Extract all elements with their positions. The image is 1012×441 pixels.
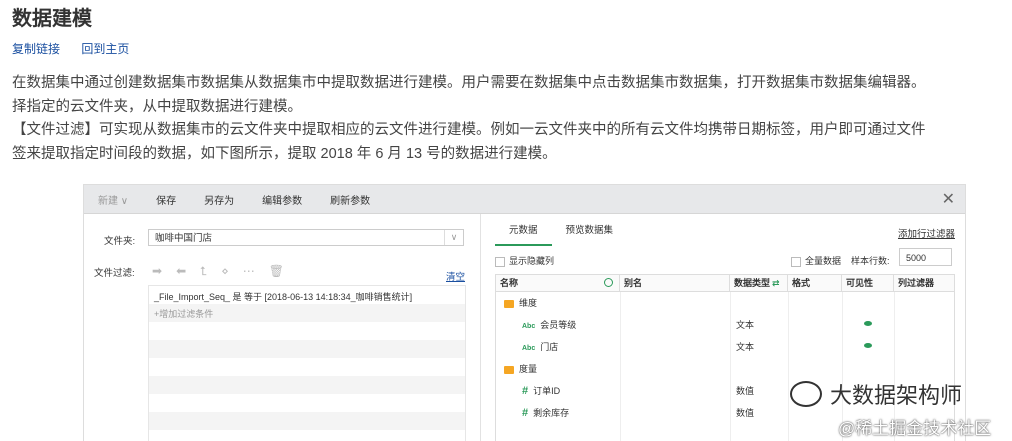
all-data-label: 全量数据: [805, 256, 842, 266]
watermark-sub: @稀土掘金技术社区: [838, 419, 992, 438]
grid-header: 名称 别名 数据类型 ⇄ 格式 可见性 列过滤器: [496, 275, 954, 292]
save-button[interactable]: 保存: [142, 192, 190, 207]
table-row[interactable]: 度量: [496, 358, 954, 380]
column-header[interactable]: 格式: [788, 275, 842, 291]
tab-preview-dataset[interactable]: 预览数据集: [552, 222, 628, 246]
text-type-icon: Abc: [522, 345, 536, 352]
show-hidden-label: 显示隐藏列: [509, 256, 555, 266]
row-name: 维度: [519, 298, 538, 308]
table-row[interactable]: 维度: [496, 292, 954, 314]
save-as-button[interactable]: 另存为: [190, 192, 248, 207]
copy-link[interactable]: 复制链接: [12, 42, 60, 56]
arrow-right-icon[interactable]: ➡: [152, 264, 162, 279]
text-type-icon: Abc: [522, 323, 536, 330]
page-title: 数据建模: [12, 8, 92, 30]
table-row[interactable]: Abc 门店 文本: [496, 336, 954, 358]
filter-condition-list: _File_Import_Seq_ 是 等于 [2018-06-13 14:18…: [148, 285, 466, 441]
row-name: 会员等级: [540, 320, 577, 330]
paragraph-line: 在数据集中通过创建数据集市数据集从数据集市中提取数据进行建模。用户需要在数据集中…: [12, 75, 926, 91]
search-icon[interactable]: [604, 278, 613, 287]
column-header[interactable]: 列过滤器: [894, 275, 954, 291]
folder-icon: [504, 365, 514, 374]
add-row-filter-link[interactable]: 添加行过滤器: [898, 226, 955, 240]
group-icon[interactable]: ⋄: [221, 264, 229, 279]
ungroup-icon[interactable]: ⋯: [243, 264, 255, 279]
table-row[interactable]: Abc 会员等级 文本: [496, 314, 954, 336]
wechat-icon: [790, 381, 822, 407]
trash-icon[interactable]: 🗑: [269, 264, 284, 279]
refresh-params-button[interactable]: 刷新参数: [316, 192, 384, 207]
eye-icon[interactable]: [864, 321, 872, 326]
show-hidden-checkbox[interactable]: 显示隐藏列: [495, 254, 554, 267]
tab-metadata[interactable]: 元数据: [495, 222, 552, 246]
folder-icon: [504, 299, 514, 308]
paragraph-line: 签来提取指定时间段的数据，如下图所示，提取 2018 年 6 月 13 号的数据…: [12, 145, 557, 162]
editor-toolbar: 新建 ∨ 保存 另存为 编辑参数 刷新参数 ✕: [84, 185, 965, 214]
row-name: 订单ID: [533, 386, 561, 396]
add-filter-condition[interactable]: +增加过滤条件: [154, 307, 213, 320]
row-name: 度量: [519, 364, 538, 374]
all-data-checkbox[interactable]: 全量数据: [791, 254, 841, 267]
filter-condition[interactable]: _File_Import_Seq_ 是 等于 [2018-06-13 14:18…: [154, 290, 412, 303]
indent-icon[interactable]: ⮤: [200, 264, 207, 279]
article-paragraph: 在数据集中通过创建数据集市数据集从数据集市中提取数据进行建模。用户需要在数据集中…: [12, 72, 1012, 166]
filter-label: 文件过滤:: [94, 268, 135, 279]
tab-bar: 元数据 预览数据集: [495, 222, 627, 246]
folder-select-value: 咖啡中国门店: [155, 233, 213, 244]
close-icon[interactable]: ✕: [942, 189, 955, 209]
chevron-down-icon[interactable]: ∨: [444, 230, 463, 245]
folder-select[interactable]: 咖啡中国门店 ∨: [148, 229, 464, 246]
eye-icon[interactable]: [864, 343, 872, 348]
paragraph-line: 【文件过滤】可实现从数据集市的云文件夹中提取相应的云文件进行建模。例如一云文件夹…: [12, 122, 926, 138]
link-bar: 复制链接 回到主页: [12, 40, 147, 57]
arrow-left-icon[interactable]: ⬅: [176, 264, 186, 279]
filter-icon-row: ➡ ⬅ ⮤ ⋄ ⋯ 🗑: [152, 264, 284, 279]
column-header[interactable]: 数据类型 ⇄: [730, 275, 788, 291]
checkbox-icon: [495, 256, 505, 267]
row-type: 文本: [736, 342, 755, 352]
paragraph-line: 择指定的云文件夹，从中提取数据进行建模。: [12, 98, 302, 115]
edit-params-button[interactable]: 编辑参数: [248, 192, 316, 207]
number-type-icon: #: [522, 407, 529, 419]
row-type: 数值: [736, 386, 755, 396]
new-button[interactable]: 新建 ∨: [84, 192, 142, 207]
column-header[interactable]: 别名: [620, 275, 730, 291]
watermark-text: 大数据架构师: [830, 383, 963, 408]
checkbox-icon: [791, 256, 801, 267]
column-header[interactable]: 可见性: [842, 275, 894, 291]
watermark: 大数据架构师: [790, 378, 962, 410]
left-panel: 文件夹: 咖啡中国门店 ∨ 文件过滤: ➡ ⬅ ⮤ ⋄ ⋯ 🗑 清空 _File…: [84, 214, 479, 441]
row-type: 数值: [736, 408, 755, 418]
home-link[interactable]: 回到主页: [81, 42, 129, 56]
sample-rows-label: 样本行数:: [851, 256, 890, 266]
column-header[interactable]: 名称: [496, 275, 620, 291]
refresh-icon[interactable]: ⇄: [772, 278, 780, 288]
row-name: 门店: [540, 342, 559, 352]
clear-link[interactable]: 清空: [446, 269, 465, 283]
sample-rows-input[interactable]: 5000: [899, 248, 952, 266]
folder-label: 文件夹:: [104, 236, 136, 247]
number-type-icon: #: [522, 385, 529, 397]
row-type: 文本: [736, 320, 755, 330]
row-name: 剩余库存: [533, 408, 570, 418]
